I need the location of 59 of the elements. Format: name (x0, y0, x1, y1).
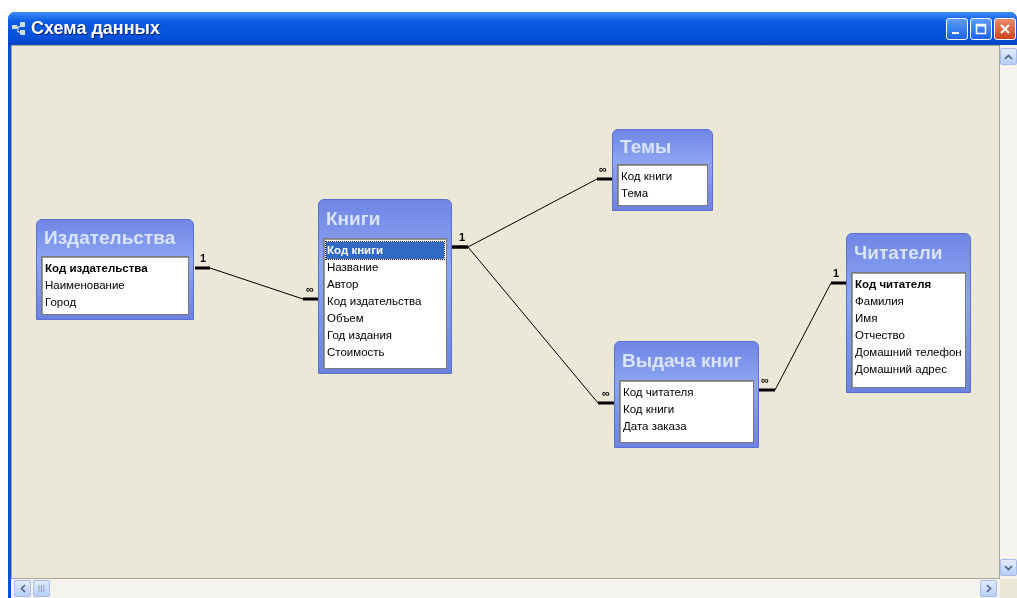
cardinality-label: ∞ (599, 163, 607, 175)
chevron-down-icon (1004, 564, 1013, 571)
field-item[interactable]: Отчество (854, 327, 963, 344)
chevron-up-icon (1004, 53, 1013, 60)
scroll-right-button[interactable] (980, 580, 997, 597)
field-item[interactable]: Название (326, 259, 444, 276)
cardinality-label: 1 (832, 267, 840, 279)
table-title: Книги (325, 207, 382, 231)
cardinality-label: 1 (199, 252, 207, 264)
field-item[interactable]: Стоимость (326, 344, 444, 361)
close-button[interactable] (994, 17, 1016, 40)
field-item[interactable]: Код издательства (326, 293, 444, 310)
table-title: Выдача книг (621, 349, 743, 373)
horizontal-scrollbar[interactable] (11, 579, 1000, 598)
field-item[interactable]: Город (44, 294, 186, 311)
field-item[interactable]: Домашний телефон (854, 344, 963, 361)
maximize-icon (975, 22, 987, 35)
minimize-icon (952, 31, 959, 34)
maximize-button[interactable] (970, 17, 992, 40)
table-title: Темы (619, 135, 673, 159)
scroll-up-button[interactable] (1000, 48, 1017, 65)
table-title: Читатели (853, 241, 944, 265)
scroll-thumb[interactable] (33, 580, 50, 597)
cardinality-label: ∞ (761, 374, 769, 386)
field-item[interactable]: Фамилия (854, 293, 963, 310)
field-item[interactable]: Код книги (620, 168, 705, 185)
grip-icon (38, 585, 45, 592)
window-title: Схема данных (31, 18, 161, 39)
table-window[interactable]: Издательства Код издательства Наименование Город (36, 219, 194, 320)
field-item[interactable]: Код издательства (44, 260, 186, 277)
table-window[interactable]: Выдача книг Код читателя Код книги Дата заказа (614, 341, 759, 448)
cardinality-label: 1 (458, 231, 466, 243)
field-item[interactable]: Код читателя (622, 384, 751, 401)
field-item[interactable]: Объем (326, 310, 444, 327)
chevron-right-icon (985, 584, 992, 593)
table-window[interactable]: Книги Код книги Название Автор Код издательства Объем Год издания Стоимость (318, 199, 452, 374)
relationships-icon (12, 21, 26, 36)
field-item[interactable]: Дата заказа (622, 418, 751, 435)
field-item[interactable]: Домашний адрес (854, 361, 963, 378)
scroll-left-button[interactable] (14, 580, 31, 597)
field-item[interactable]: Наименование (44, 277, 186, 294)
table-title: Издательства (43, 226, 177, 250)
chevron-left-icon (19, 584, 26, 593)
cardinality-label: ∞ (306, 283, 314, 295)
cardinality-label: ∞ (602, 387, 610, 399)
minimize-button[interactable] (946, 17, 968, 40)
field-item[interactable]: Код книги (622, 401, 751, 418)
table-window[interactable]: Темы Код книги Тема (612, 129, 713, 211)
scroll-down-button[interactable] (1000, 559, 1017, 576)
close-icon (999, 22, 1011, 35)
field-item[interactable]: Код читателя (854, 276, 963, 293)
field-item[interactable]: Тема (620, 185, 705, 202)
table-window[interactable]: Читатели Код читателя Фамилия Имя Отчество Домашний телефон Домашний адрес (846, 233, 971, 393)
field-item[interactable]: Год издания (326, 327, 444, 344)
relationship-line[interactable] (195, 266, 319, 301)
field-item[interactable]: Имя (854, 310, 963, 327)
vertical-scrollbar[interactable] (1000, 45, 1017, 579)
field-item[interactable]: Автор (326, 276, 444, 293)
field-item[interactable]: Код книги (326, 242, 444, 259)
